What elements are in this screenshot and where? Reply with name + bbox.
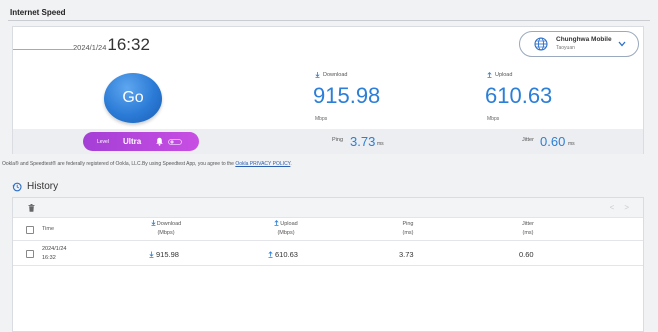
upload-arrow-icon (487, 72, 492, 78)
history-toolbar: < > (13, 198, 643, 218)
level-label: Level (97, 138, 109, 145)
ping-label: Ping (332, 137, 344, 143)
upload-value: 610.63 (485, 83, 553, 108)
history-table: < > Time Download (Mbps) Upload (Mbps) P… (12, 197, 644, 332)
upload-arrow-icon (274, 220, 279, 226)
ping-value: 3.73 (350, 134, 376, 149)
bell-icon (156, 137, 163, 146)
test-date: 2024/1/24 (73, 43, 107, 52)
test-datetime: 2024/1/24 16:32 (73, 35, 150, 55)
history-title: History (27, 181, 59, 192)
pager: < > (610, 203, 629, 212)
level-badge[interactable]: Level Ultra (83, 132, 199, 151)
upload-arrow-icon (268, 251, 273, 258)
trash-icon[interactable] (28, 204, 35, 212)
privacy-policy-link[interactable]: Ookla PRIVACY POLICY (235, 161, 290, 167)
download-arrow-icon (149, 251, 154, 258)
provider-name: Chunghwa Mobile (556, 36, 612, 43)
history-header: History (12, 181, 58, 192)
ping-unit: ms (377, 141, 384, 147)
chevron-down-icon (618, 41, 626, 47)
prev-page-button[interactable]: < (610, 203, 615, 212)
disclaimer: Ookla® and Speedtest® are federally regi… (2, 161, 292, 167)
row-checkbox[interactable] (26, 250, 34, 258)
speed-test-card: 2024/1/24 16:32 Chunghwa Mobile Taoyuan … (12, 26, 644, 154)
provider-text: Chunghwa Mobile Taoyuan (556, 36, 612, 52)
jitter-value: 0.60 (540, 134, 566, 149)
row-time: 2024/1/24 16:32 (42, 246, 67, 261)
title-divider (8, 20, 650, 21)
col-ping: Ping (ms) (402, 221, 414, 236)
download-arrow-icon (151, 220, 156, 226)
provider-region: Taoyuan (556, 45, 575, 51)
test-time: 16:32 (107, 35, 150, 54)
upload-label: Upload (487, 72, 512, 78)
jitter-unit: ms (568, 141, 575, 147)
history-icon (12, 182, 22, 191)
globe-icon (534, 37, 548, 51)
col-time: Time (42, 226, 55, 232)
level-value: Ultra (122, 137, 142, 146)
download-arrow-icon (315, 72, 320, 78)
row-upload: 610.63 (268, 250, 298, 259)
next-page-button[interactable]: > (624, 203, 629, 212)
row-ping: 3.73 (399, 250, 414, 259)
page-title: Internet Speed (10, 8, 66, 17)
col-jitter: Jitter (ms) (522, 221, 534, 236)
row-download: 915.98 (149, 250, 179, 259)
select-all-checkbox[interactable] (26, 226, 34, 234)
download-label: Download (315, 72, 347, 78)
download-value: 915.98 (313, 83, 381, 108)
date-underline (13, 49, 73, 50)
row-jitter: 0.60 (519, 250, 534, 259)
col-upload: Upload (Mbps) (261, 220, 311, 238)
history-header-row: Time Download (Mbps) Upload (Mbps) Ping … (13, 219, 643, 241)
table-row[interactable]: 2024/1/24 16:32 915.98 610.63 3.73 0.60 (13, 242, 643, 266)
speed-summary-bar: Level Ultra Ping 3.73 ms Jitter 0.60 ms (13, 129, 643, 154)
provider-selector[interactable]: Chunghwa Mobile Taoyuan (519, 31, 639, 57)
download-unit: Mbps (315, 116, 328, 122)
jitter-label: Jitter (522, 137, 534, 143)
toggle-icon (168, 138, 183, 145)
go-button[interactable]: Go (104, 73, 162, 123)
upload-unit: Mbps (487, 116, 500, 122)
col-download: Download (Mbps) (141, 220, 191, 238)
